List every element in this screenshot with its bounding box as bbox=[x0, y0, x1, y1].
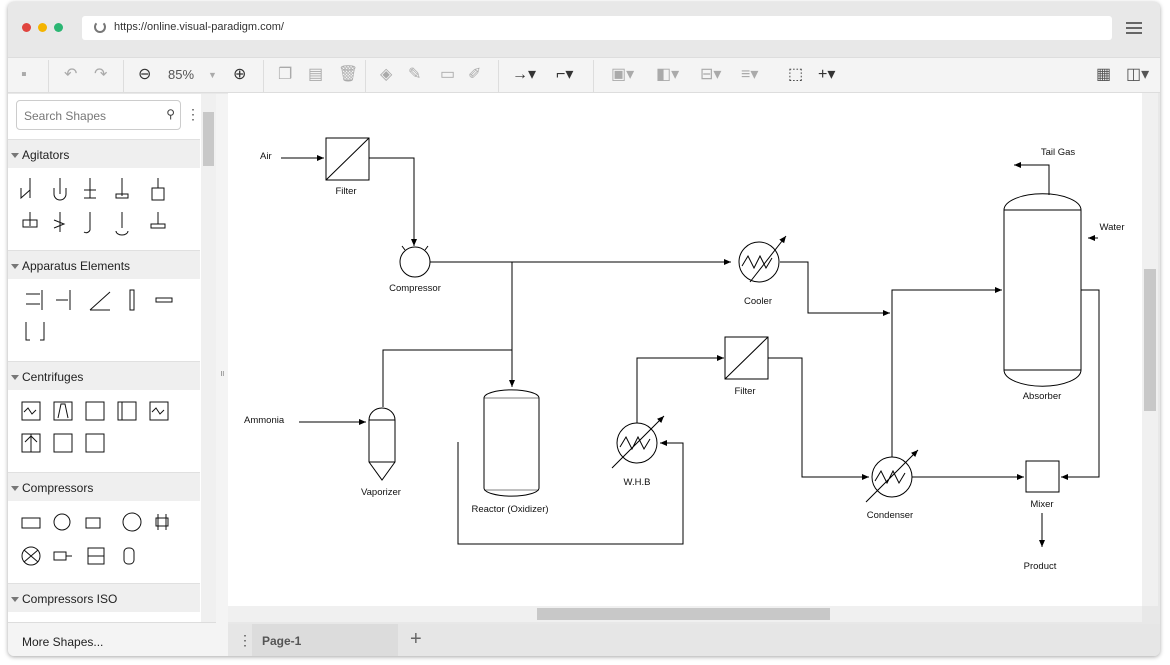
flow-filter-compressor[interactable] bbox=[369, 157, 417, 246]
maximize-dot[interactable] bbox=[54, 23, 63, 32]
search-shapes-input[interactable]: Search Shapes ⚲ bbox=[16, 100, 181, 130]
apparatus-shapes[interactable] bbox=[18, 288, 188, 348]
compressor-shapes[interactable] bbox=[18, 510, 188, 570]
label-filter-2: Filter bbox=[734, 386, 755, 397]
toolbar: ▪ ↶ ↷ ⊖ 85% ▼ ⊕ ❐ ▤ 🗑 ◈ ✎ ▭ ✐ →▾ ⌐▾ ▣▾ ◧… bbox=[8, 57, 1160, 93]
agitator-shapes[interactable] bbox=[18, 176, 188, 246]
diagram-canvas[interactable]: Air Filter Compressor Cooler Tail Gas Wa… bbox=[228, 93, 1142, 606]
label-filter-1: Filter bbox=[335, 186, 356, 197]
label-product: Product bbox=[1024, 561, 1057, 572]
sidebar-scrollbar[interactable] bbox=[201, 94, 216, 622]
sidebar-layout-icon[interactable]: ◫▾ bbox=[1126, 66, 1149, 84]
vaporizer[interactable] bbox=[368, 407, 396, 481]
more-options-icon[interactable]: ⋮ bbox=[186, 106, 200, 123]
category-centrifuges[interactable]: Centrifuges bbox=[8, 361, 200, 390]
label-vaporizer: Vaporizer bbox=[361, 487, 401, 498]
zoom-in-icon[interactable]: ⊕ bbox=[233, 66, 246, 84]
category-apparatus-elements[interactable]: Apparatus Elements bbox=[8, 250, 200, 279]
add-page-icon[interactable]: + bbox=[410, 628, 422, 651]
url-text: https://online.visual-paradigm.com/ bbox=[114, 21, 284, 33]
absorber[interactable] bbox=[1003, 193, 1082, 387]
format-painter-icon[interactable]: ✐ bbox=[468, 66, 481, 84]
label-reactor: Reactor (Oxidizer) bbox=[471, 504, 548, 515]
page-tabs-bar: ⋮ Page-1 + bbox=[228, 624, 1160, 656]
cooler[interactable] bbox=[738, 241, 780, 283]
label-absorber: Absorber bbox=[1023, 391, 1062, 402]
label-air: Air bbox=[260, 151, 272, 162]
reactor[interactable] bbox=[483, 389, 540, 497]
menu-icon[interactable] bbox=[1126, 22, 1142, 34]
redo-icon[interactable]: ↷ bbox=[94, 66, 107, 84]
waypoint-icon[interactable]: ⌐▾ bbox=[556, 66, 573, 84]
label-cooler: Cooler bbox=[744, 296, 772, 307]
category-agitators[interactable]: Agitators bbox=[8, 139, 200, 168]
shape-sidebar: Search Shapes ⚲ ⋮ Agitators Apparatus Ele… bbox=[8, 94, 216, 622]
sidebar-splitter[interactable]: ॥ bbox=[216, 94, 228, 656]
add-icon[interactable]: +▾ bbox=[818, 66, 835, 84]
reload-icon[interactable] bbox=[94, 21, 106, 33]
shadow-icon[interactable]: ▭ bbox=[440, 66, 455, 84]
zoom-dropdown-icon[interactable]: ▼ bbox=[208, 66, 217, 84]
pages-menu-icon[interactable]: ⋮ bbox=[238, 632, 252, 649]
minimize-dot[interactable] bbox=[38, 23, 47, 32]
search-icon[interactable]: ⚲ bbox=[166, 107, 175, 121]
category-compressors[interactable]: Compressors bbox=[8, 472, 200, 501]
undo-icon[interactable]: ↶ bbox=[64, 66, 77, 84]
condenser[interactable] bbox=[871, 456, 913, 498]
label-condenser: Condenser bbox=[867, 510, 913, 521]
label-tail-gas: Tail Gas bbox=[1041, 147, 1076, 158]
more-shapes-button[interactable]: More Shapes... bbox=[8, 622, 216, 656]
label-compressor: Compressor bbox=[389, 283, 441, 294]
compressor[interactable] bbox=[399, 246, 431, 278]
select-all-icon[interactable]: ⬚ bbox=[788, 66, 803, 84]
line-color-icon[interactable]: ✎ bbox=[408, 66, 421, 84]
close-dot[interactable] bbox=[22, 23, 31, 32]
paste-icon[interactable]: ▤ bbox=[308, 66, 323, 84]
tail-gas-flow[interactable] bbox=[1014, 162, 1050, 195]
order-icon[interactable]: ◧▾ bbox=[656, 66, 679, 84]
centrifuge-shapes[interactable] bbox=[18, 398, 188, 458]
flow-cooler-absorber[interactable] bbox=[780, 261, 890, 316]
mixer[interactable] bbox=[1025, 460, 1060, 493]
tab-page-1[interactable]: Page-1 bbox=[252, 624, 398, 656]
process-flow-diagram: Air Filter Compressor Cooler Tail Gas Wa… bbox=[244, 137, 1125, 572]
label-ammonia: Ammonia bbox=[244, 415, 285, 426]
label-mixer: Mixer bbox=[1030, 499, 1053, 510]
flow-filter-condenser[interactable] bbox=[768, 357, 869, 480]
panel-layout-icon[interactable]: ▦ bbox=[1096, 66, 1111, 84]
canvas-vertical-scrollbar[interactable] bbox=[1142, 93, 1158, 606]
fill-icon[interactable]: ◈ bbox=[380, 66, 392, 84]
canvas-horizontal-scrollbar[interactable] bbox=[228, 606, 1142, 622]
connector-icon[interactable]: →▾ bbox=[512, 66, 536, 84]
category-compressors-iso[interactable]: Compressors ISO bbox=[8, 583, 200, 612]
zoom-out-icon[interactable]: ⊖ bbox=[138, 66, 151, 84]
flow-to-absorber[interactable] bbox=[891, 287, 1002, 457]
label-whb: W.H.B bbox=[624, 477, 651, 488]
label-water: Water bbox=[1100, 222, 1125, 233]
address-bar[interactable]: https://online.visual-paradigm.com/ bbox=[82, 16, 1112, 40]
arrange-icon[interactable]: ▣▾ bbox=[611, 66, 634, 84]
copy-icon[interactable]: ❐ bbox=[278, 66, 292, 84]
zoom-level[interactable]: 85% bbox=[168, 66, 194, 84]
align-icon[interactable]: ⊟▾ bbox=[700, 66, 721, 84]
flow-whb-filter[interactable] bbox=[636, 355, 724, 423]
save-icon[interactable]: ▪ bbox=[21, 66, 27, 84]
delete-icon[interactable]: 🗑 bbox=[338, 66, 358, 84]
distribute-icon[interactable]: ≡▾ bbox=[741, 66, 758, 84]
